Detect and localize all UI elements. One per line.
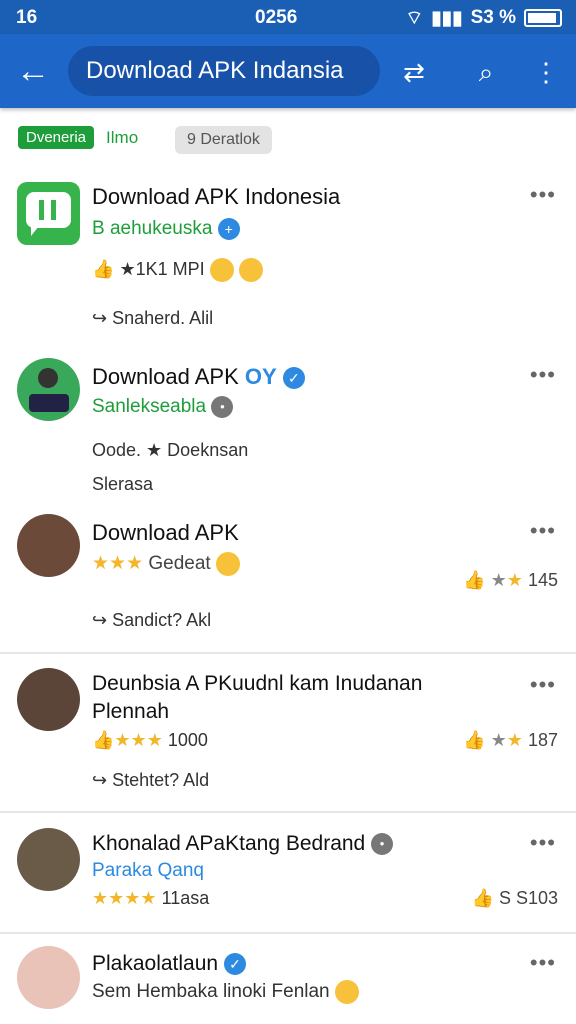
item-meta: 👍★★★ 1000 bbox=[92, 730, 208, 750]
chip-green[interactable]: Dveneria bbox=[18, 126, 95, 149]
avatar bbox=[17, 358, 80, 421]
list-item[interactable]: Khonalad APaKtang Bedrand • Paraka Qanq … bbox=[0, 826, 576, 926]
item-subtitle: Paraka Qanq bbox=[92, 860, 204, 881]
status-center: 0256 bbox=[255, 7, 298, 28]
item-title: Khonalad APaKtang Bedrand • bbox=[92, 832, 394, 856]
list-item[interactable]: Download APK OY ✓ Sanlekseabla • Oode. ★… bbox=[0, 356, 576, 506]
share-icon: ↪ bbox=[92, 770, 108, 790]
item-title: Plakaolatlaun ✓ bbox=[92, 952, 246, 976]
thumb-icon: 👍 bbox=[92, 730, 115, 750]
emoji-icon bbox=[209, 258, 234, 282]
status-battery-text: S3 % bbox=[470, 7, 516, 28]
item-subtitle: Sanlekseabla • bbox=[92, 396, 234, 418]
avatar bbox=[17, 946, 80, 1009]
item-subtitle: ★★★ Gedeat bbox=[92, 552, 240, 576]
emoji-icon bbox=[238, 258, 263, 282]
chip-gray[interactable]: 9 Deratlok bbox=[175, 126, 272, 154]
app-bar: ← Download APK Indansia ⇄ ⌕ ⋮ bbox=[0, 34, 576, 108]
search-icon[interactable]: ⌕ bbox=[468, 54, 504, 90]
star-rating-icon: ★★★ bbox=[92, 553, 144, 575]
item-share[interactable]: ↪ Sandict? Akl bbox=[92, 610, 211, 631]
divider bbox=[0, 811, 576, 813]
list-item[interactable]: Deunbsia A PKuudnl kam Inudanan Plennah … bbox=[0, 666, 576, 811]
wifi-icon: ⌔ bbox=[405, 8, 424, 29]
divider bbox=[0, 652, 576, 654]
verified-icon: + bbox=[217, 218, 240, 240]
avatar bbox=[17, 828, 80, 891]
item-meta: ★★★★ 11asa bbox=[92, 888, 210, 908]
more-icon[interactable]: ••• bbox=[530, 518, 556, 544]
item-meta: 👍 ★1K1 MPI bbox=[92, 258, 263, 282]
thumb-icon: 👍 bbox=[471, 888, 494, 908]
item-share[interactable]: ↪ Snaherd. Alil bbox=[92, 308, 213, 329]
more-vert-icon[interactable]: ⋮ bbox=[528, 54, 564, 90]
item-title: Download APK Indonesia bbox=[92, 184, 341, 209]
signal-icon: ▮▮▮ bbox=[431, 7, 463, 29]
status-time: 16 bbox=[16, 7, 38, 28]
verified-icon: ✓ bbox=[282, 367, 305, 390]
status-right: ⌔ ▮▮▮ S3 % bbox=[405, 6, 562, 30]
item-subtitle: B aehukeuska + bbox=[92, 218, 240, 240]
list-item[interactable]: Download APK Indonesia B aehukeuska + 👍 … bbox=[0, 176, 576, 346]
badge-icon: • bbox=[211, 396, 234, 418]
filter-chips: Dveneria Ilmo bbox=[18, 126, 138, 149]
chip-green-text: Ilmo bbox=[106, 127, 139, 147]
item-meta: Oode. ★ Doeknsan bbox=[92, 440, 249, 460]
emoji-icon bbox=[334, 980, 359, 1004]
list-item[interactable]: Download APK ★★★ Gedeat 👍 ★★ 145 ↪ Sandi… bbox=[0, 512, 576, 652]
more-icon[interactable]: ••• bbox=[530, 830, 556, 856]
more-icon[interactable]: ••• bbox=[530, 362, 556, 388]
avatar bbox=[17, 668, 80, 731]
verified-icon: ✓ bbox=[223, 953, 246, 976]
thumb-icon: 👍 bbox=[463, 730, 486, 750]
item-title: Download APK bbox=[92, 520, 239, 545]
list-item[interactable]: Plakaolatlaun ✓ Sem Hembaka linoki Fenla… bbox=[0, 946, 576, 1024]
search-input[interactable]: Download APK Indansia bbox=[68, 46, 380, 96]
item-title-line2: Plennah bbox=[92, 700, 170, 723]
more-icon[interactable]: ••• bbox=[530, 182, 556, 208]
item-title: Deunbsia A PKuudnl kam Inudanan bbox=[92, 672, 423, 695]
item-right-rating: 👍 ★★ 187 bbox=[463, 730, 558, 750]
item-meta2: Slerasa bbox=[92, 474, 154, 494]
battery-icon bbox=[524, 9, 562, 27]
back-arrow-icon[interactable]: ← bbox=[16, 54, 52, 90]
item-right-rating: 👍 ★★ 145 bbox=[463, 570, 558, 590]
item-share[interactable]: ↪ Stehtet? Ald bbox=[92, 770, 209, 791]
share-icon: ↪ bbox=[92, 308, 108, 328]
app-logo-icon bbox=[17, 182, 80, 245]
item-title: Download APK OY ✓ bbox=[92, 364, 305, 390]
more-icon[interactable]: ••• bbox=[530, 950, 556, 976]
thumb-icon: 👍 bbox=[463, 570, 486, 590]
status-bar: 16 0256 ⌔ ▮▮▮ S3 % bbox=[0, 0, 576, 34]
more-icon[interactable]: ••• bbox=[530, 672, 556, 698]
share-icon: ↪ bbox=[92, 610, 108, 630]
translate-icon[interactable]: ⇄ bbox=[396, 54, 432, 90]
item-subtitle: Sem Hembaka linoki Fenlan bbox=[92, 980, 359, 1004]
emoji-icon bbox=[216, 552, 240, 576]
badge-icon: • bbox=[371, 833, 394, 856]
avatar bbox=[17, 514, 80, 577]
thumb-icon: 👍 bbox=[92, 258, 115, 279]
item-right-rating: 👍 S S103 bbox=[471, 888, 558, 908]
divider bbox=[0, 932, 576, 934]
